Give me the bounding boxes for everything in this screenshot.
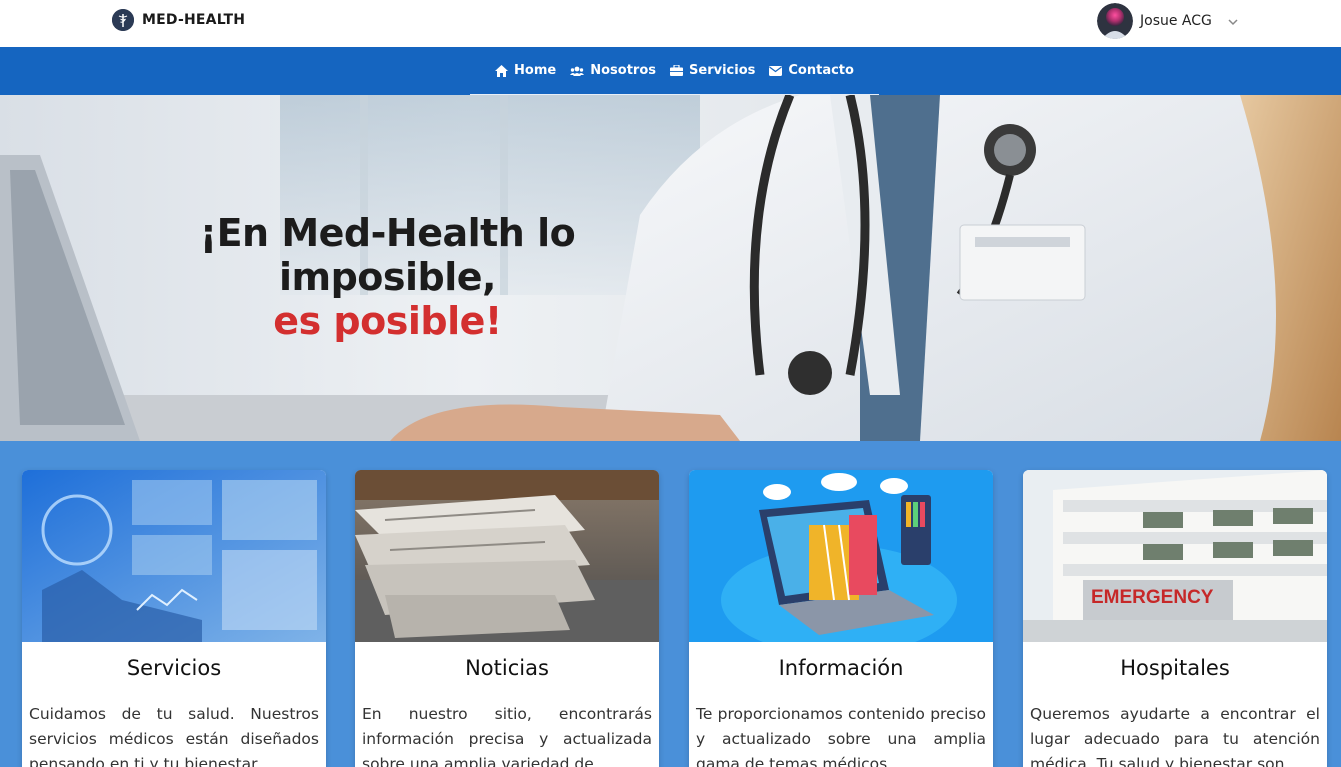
nav-item-contacto[interactable]: Contacto [769, 63, 854, 78]
chevron-down-icon[interactable] [1226, 14, 1240, 28]
feature-cards: Servicios Cuidamos de tu salud. Nuestros… [0, 441, 1341, 767]
card-text: Cuidamos de tu salud. Nuestros servicios… [29, 705, 319, 767]
nav-items: Home Nosotros Servicios Contacto [470, 47, 879, 95]
card-title: Servicios [126, 656, 222, 680]
nav-item-nosotros[interactable]: Nosotros [570, 63, 656, 78]
nav-label-home: Home [514, 63, 557, 78]
nav-label-contacto: Contacto [788, 63, 854, 78]
card-servicios[interactable]: Servicios Cuidamos de tu salud. Nuestros… [22, 470, 326, 767]
main-nav: Home Nosotros Servicios Contacto [0, 47, 1341, 95]
newspapers-image [355, 470, 659, 642]
brand-name: MED-HEALTH [142, 12, 246, 28]
card-text: Te proporcionamos contenido preciso y ac… [696, 705, 986, 767]
nav-item-servicios[interactable]: Servicios [670, 63, 755, 78]
envelope-icon [769, 65, 783, 76]
hero-line-3: es posible! [273, 299, 502, 343]
nav-label-servicios: Servicios [689, 63, 756, 78]
laptop-books-image [689, 470, 993, 642]
brand[interactable]: MED-HEALTH [112, 9, 245, 31]
svg-text:EMERGENCY: EMERGENCY [1091, 587, 1214, 608]
hero-line-1: ¡En Med-Health lo [199, 211, 576, 255]
avatar [1097, 3, 1133, 39]
users-icon [570, 66, 585, 76]
hero-banner: ¡En Med-Health lo imposible, es posible! [0, 95, 1341, 441]
card-text: En nuestro sitio, encontrarás informació… [362, 705, 652, 767]
hospital-emergency-image: EMERGENCY [1023, 470, 1327, 642]
user-menu[interactable]: Josue ACG [1097, 3, 1240, 39]
top-bar: MED-HEALTH Josue ACG [0, 0, 1341, 47]
hero-heading: ¡En Med-Health lo imposible, es posible! [150, 211, 625, 343]
user-name: Josue ACG [1140, 13, 1212, 29]
medical-tech-image [22, 470, 326, 642]
briefcase-icon [670, 65, 684, 76]
nav-label-nosotros: Nosotros [590, 63, 657, 78]
card-informacion[interactable]: Información Te proporcionamos contenido … [689, 470, 993, 767]
hero-line-2: imposible, [278, 255, 497, 299]
card-hospitales[interactable]: EMERGENCY Hospitales Queremos ayudarte a… [1023, 470, 1327, 767]
card-text: Queremos ayudarte a encontrar el lugar a… [1030, 705, 1320, 767]
card-noticias[interactable]: Noticias En nuestro sitio, encontrarás i… [355, 470, 659, 767]
caduceus-logo-icon [112, 9, 134, 31]
nav-item-home[interactable]: Home [495, 63, 556, 78]
home-icon [495, 64, 509, 77]
card-title: Hospitales [1120, 656, 1230, 680]
card-title: Información [778, 656, 904, 680]
card-title: Noticias [465, 656, 549, 680]
